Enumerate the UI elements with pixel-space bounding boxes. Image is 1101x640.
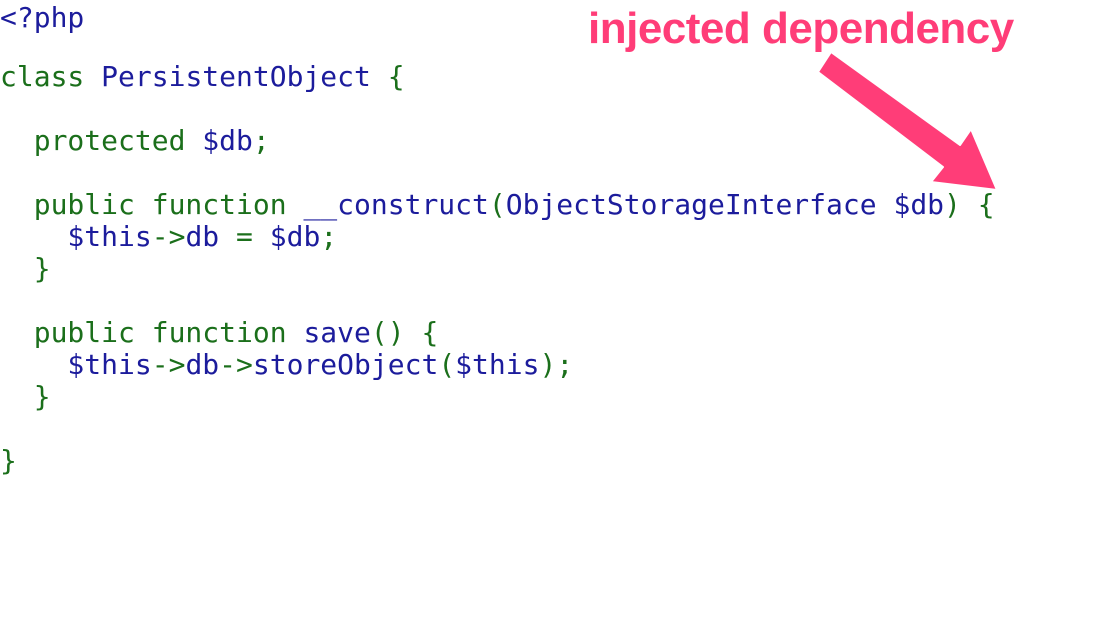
annotation-label: injected dependency [588,4,1014,53]
annotation-arrow [817,51,998,191]
annotation-arrow-shape [817,51,998,191]
